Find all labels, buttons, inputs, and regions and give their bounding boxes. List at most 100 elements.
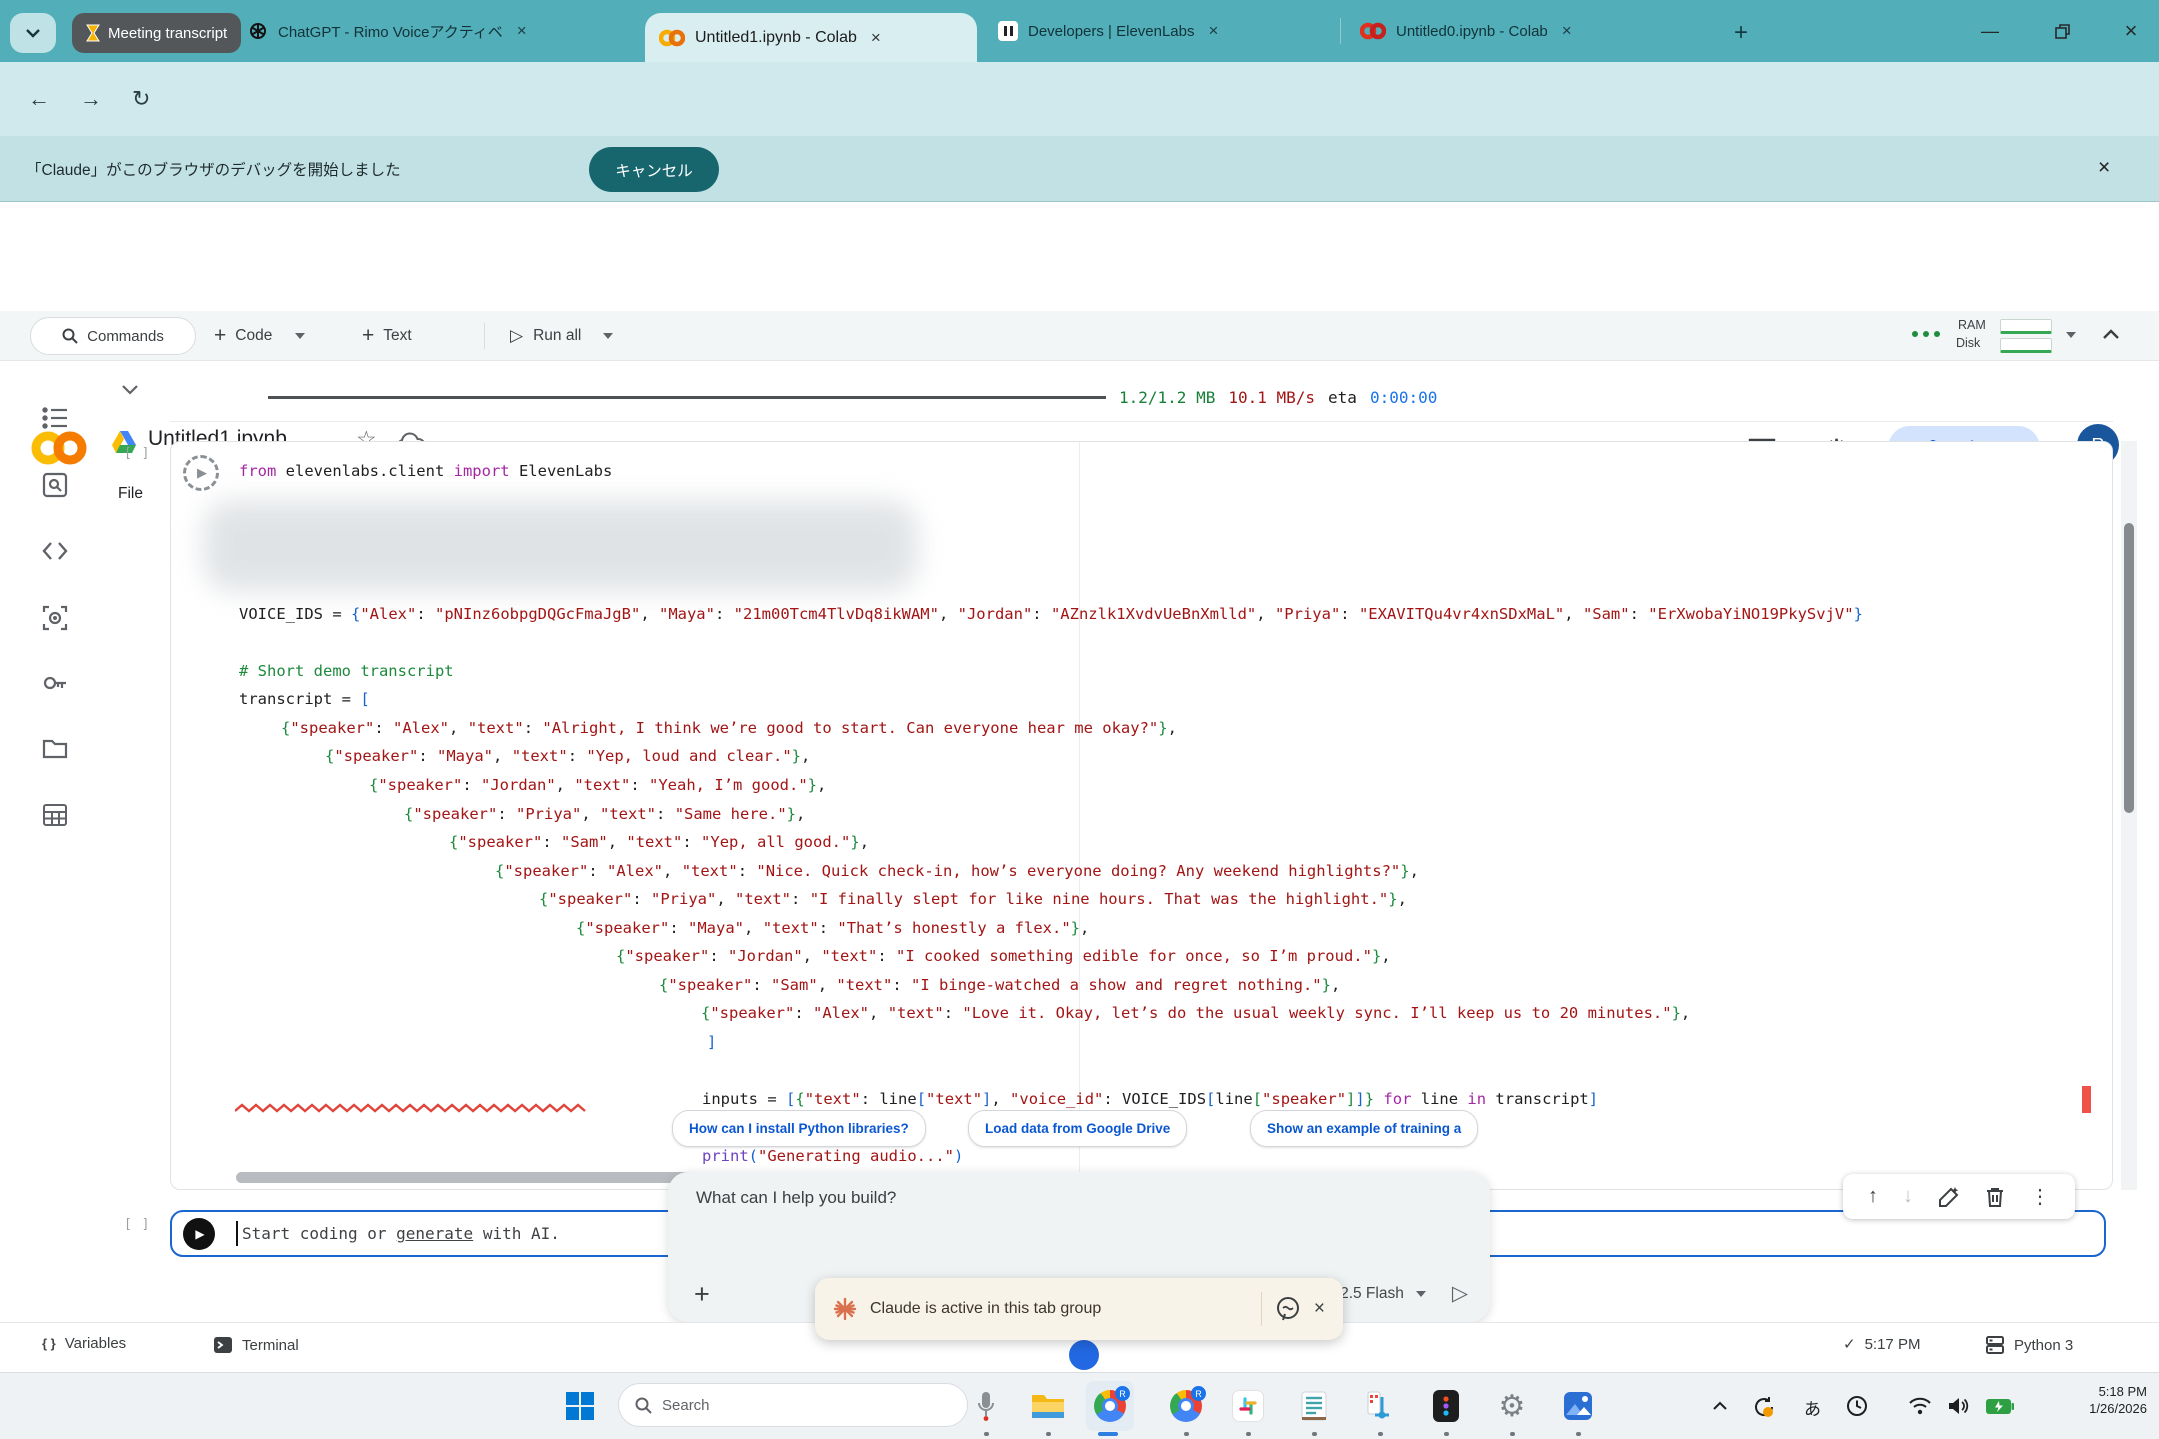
tab-close-icon[interactable]: × [1205,21,1223,41]
cell-gutter[interactable]: [ ] [124,446,150,461]
secrets-key-icon[interactable] [42,670,68,696]
find-replace-icon[interactable] [42,472,68,498]
back-button[interactable]: ← [28,86,50,112]
collapse-header-icon[interactable] [2102,328,2120,340]
variables-button[interactable]: { } Variables [42,1335,126,1352]
tray-expand-icon[interactable] [1712,1401,1728,1411]
data-table-icon[interactable] [42,802,68,828]
windows-taskbar: Search R R ⚙ [0,1372,2159,1439]
reload-button[interactable]: ↻ [132,86,150,112]
resources-dropdown-icon[interactable] [2066,332,2076,338]
clock-icon[interactable] [1846,1395,1868,1417]
more-actions-icon[interactable]: ⋮ [2030,1184,2050,1209]
move-cell-up-button[interactable]: ↑ [1868,1185,1878,1208]
taskbar-photos-icon[interactable] [1560,1388,1596,1424]
chat-bubble-icon[interactable] [1275,1296,1301,1322]
add-code-button[interactable]: + Code [214,319,305,353]
volume-icon[interactable] [1948,1396,1970,1416]
edit-with-ai-icon[interactable] [1938,1186,1960,1208]
tab-elevenlabs[interactable]: Developers | ElevenLabs × [990,0,1351,62]
run-cell-button-running[interactable]: ▶ [183,455,219,491]
run-play-icon: ▷ [510,326,523,346]
ai-prompt-text: What can I help you build? [696,1188,896,1208]
active-app-indicator [1098,1432,1118,1436]
taskbar-file-explorer-icon[interactable] [1030,1388,1066,1424]
code-editor[interactable]: from elevenlabs.client import ElevenLabs… [239,457,2109,1171]
commands-button[interactable]: Commands [30,317,196,355]
chevron-down-icon[interactable] [1416,1291,1426,1297]
tab-colab-untitled0[interactable]: Untitled0.ipynb - Colab × [1352,0,1713,62]
taskbar-settings-icon[interactable]: ⚙ [1494,1388,1530,1424]
tab-chatgpt[interactable]: ChatGPT - Rimo Voiceアクティベ × [240,0,646,62]
suggestion-chip-install-libraries[interactable]: How can I install Python libraries? [672,1110,926,1147]
window-restore-button[interactable] [2034,0,2090,62]
suggestion-chip-training-example[interactable]: Show an example of training a [1250,1110,1478,1147]
run-cell-button[interactable]: ▶ [183,1218,215,1250]
collapse-output-icon[interactable] [120,384,140,396]
claude-starburst-icon [833,1297,857,1321]
ime-indicator[interactable]: あ [1804,1395,1821,1420]
popup-divider [1261,1292,1262,1326]
chevron-down-icon[interactable] [603,333,613,339]
running-dot [1246,1432,1251,1436]
files-folder-icon[interactable] [42,736,68,762]
add-text-button[interactable]: + Text [362,319,412,353]
text-cursor [236,1221,238,1246]
taskbar-figma-icon[interactable] [1428,1388,1464,1424]
wifi-icon[interactable] [1908,1397,1932,1415]
assistant-dot[interactable] [1069,1340,1099,1370]
sync-icon[interactable] [1752,1395,1776,1419]
attach-plus-button[interactable]: + [694,1279,710,1310]
colab-header: Untitled1.ipynb ☆ File Edit View Insert … [0,202,2159,311]
window-minimize-button[interactable]: — [1962,0,2018,62]
window-close-button[interactable]: × [2103,0,2159,62]
suggestion-chip-load-drive[interactable]: Load data from Google Drive [968,1110,1187,1147]
infobar-close-icon[interactable]: × [2098,156,2110,180]
tab-close-icon[interactable]: × [513,21,531,41]
tab-title: ChatGPT - Rimo Voiceアクティベ [278,21,503,42]
new-tab-button[interactable]: + [1722,14,1760,52]
running-dot [1378,1432,1383,1436]
table-of-contents-icon[interactable] [42,405,68,431]
claude-popup-text: Claude is active in this tab group [870,1300,1248,1318]
generate-link[interactable]: generate [396,1224,473,1243]
terminal-button[interactable]: Terminal [213,1335,299,1355]
vertical-scrollbar-thumb[interactable] [2124,523,2134,813]
battery-icon[interactable] [1986,1398,2014,1415]
desktop-screen: Meeting transcript ChatGPT - Rimo Voiceア… [0,0,2159,1439]
tab-group-meeting-transcript[interactable]: Meeting transcript [72,13,241,53]
delete-cell-icon[interactable] [1985,1186,2005,1208]
windows-start-icon[interactable] [566,1392,594,1420]
taskbar-mic-app-icon[interactable] [968,1388,1004,1424]
progress-downloaded: 1.2/1.2 MB [1119,388,1215,407]
code-snippets-icon[interactable] [42,538,68,564]
debug-infobar: 「Claude」がこのブラウザのデバッグを開始しました キャンセル × [0,136,2159,202]
taskbar-search-box[interactable]: Search [618,1383,968,1427]
code-cell[interactable]: ▶ from elevenlabs.client import ElevenLa… [170,441,2113,1190]
menu-file[interactable]: File [118,485,143,503]
tab-colab-untitled1[interactable]: Untitled1.ipynb - Colab × [645,13,977,62]
run-all-button[interactable]: ▷ Run all [510,319,613,353]
cell-placeholder[interactable]: Start coding or generate with AI. [242,1212,560,1255]
tab-close-icon[interactable]: × [1558,21,1576,41]
kernel-selector[interactable]: Python 3 [1985,1335,2073,1355]
send-prompt-button[interactable]: ▷ [1452,1281,1468,1306]
error-overview-mark [2082,1086,2091,1113]
running-dot [1576,1432,1581,1436]
taskbar-slack-icon[interactable] [1230,1388,1266,1424]
taskbar-snip-tool-icon[interactable] [1362,1388,1398,1424]
forward-button[interactable]: → [80,86,102,112]
move-cell-down-button[interactable]: ↓ [1903,1185,1913,1208]
taskbar-notepad-icon[interactable] [1296,1388,1332,1424]
tab-close-icon[interactable]: × [867,28,885,48]
cell-gutter[interactable]: [ ] [124,1217,150,1232]
scratchpad-icon[interactable] [42,605,68,631]
infobar-cancel-button[interactable]: キャンセル [589,147,719,192]
chevron-down-icon[interactable] [295,333,305,339]
taskbar-chrome-2-icon[interactable]: R [1168,1388,1204,1424]
taskbar-chrome-active-icon[interactable]: R [1092,1388,1128,1424]
tab-search-chevron-button[interactable] [10,13,56,53]
taskbar-clock[interactable]: 5:18 PM 1/26/2026 [2047,1383,2147,1417]
popup-close-icon[interactable]: × [1314,1298,1325,1320]
tab-divider [1340,18,1341,44]
